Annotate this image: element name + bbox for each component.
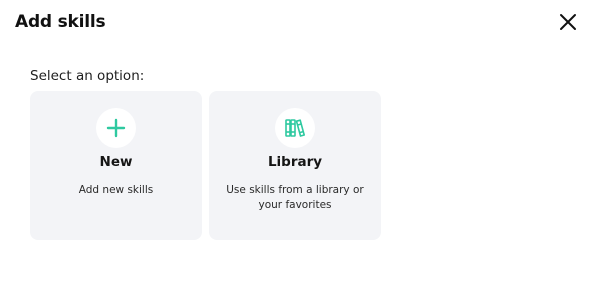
- library-books-icon: [285, 119, 305, 137]
- add-skills-dialog: Add skills Select an option: New Add new…: [0, 0, 594, 295]
- new-option-description: Add new skills: [78, 184, 154, 196]
- library-icon-circle: [275, 108, 315, 148]
- close-icon: [560, 14, 576, 30]
- new-icon-circle: [96, 108, 136, 148]
- dialog-title: Add skills: [15, 12, 106, 32]
- select-option-label: Select an option:: [30, 68, 145, 84]
- new-skill-option[interactable]: New Add new skills: [30, 91, 202, 240]
- library-option-title: Library: [267, 154, 323, 170]
- plus-icon: [106, 118, 126, 138]
- library-option[interactable]: Library Use skills from a library or you…: [209, 91, 381, 240]
- new-option-title: New: [99, 154, 133, 170]
- close-button[interactable]: [556, 10, 580, 34]
- library-option-description: Use skills from a library or your favori…: [226, 184, 364, 211]
